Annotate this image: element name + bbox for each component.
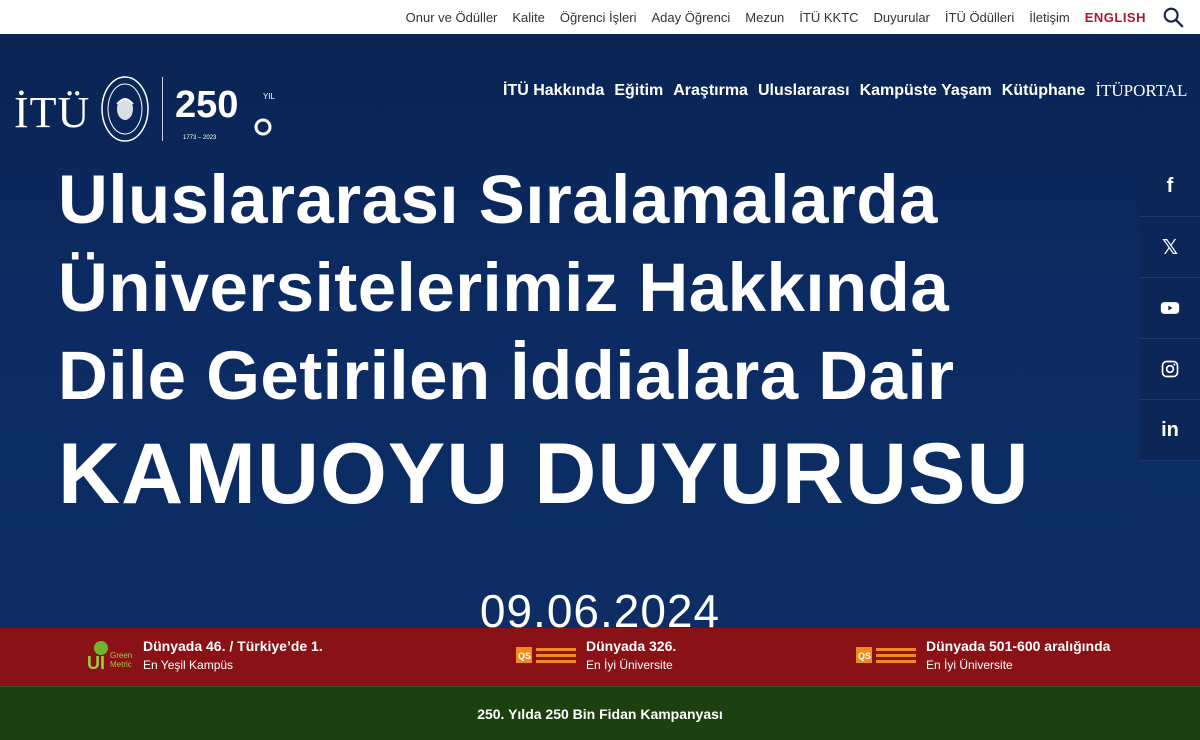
facebook-icon[interactable]: f <box>1140 156 1200 217</box>
hero-headline: Uluslararası Sıralamalarda Üniversiteler… <box>58 156 1143 524</box>
headline-line-2: Üniversitelerimiz Hakkında <box>58 249 950 326</box>
svg-text:UI: UI <box>87 653 105 671</box>
social-links: f 𝕏 in <box>1140 156 1200 461</box>
nav-research[interactable]: Araştırma <box>673 82 748 100</box>
topnav-itu-awards[interactable]: İTÜ Ödülleri <box>945 10 1014 25</box>
ranking-qs-501-600[interactable]: QS Dünyada 501-600 aralığında En İyi Üni… <box>856 636 1110 674</box>
ranking-title: Dünyada 501-600 aralığında <box>926 638 1111 654</box>
campaign-link[interactable]: 250. Yılda 250 Bin Fidan Kampanyası <box>477 706 723 722</box>
nav-about[interactable]: İTÜ Hakkında <box>503 82 604 100</box>
ranking-subtitle: En Yeşil Kampüs <box>143 658 234 672</box>
anniversary-number: 250 <box>175 84 238 126</box>
ranking-subtitle: En İyi Üniversite <box>926 658 1013 672</box>
campaign-bar[interactable]: 250. Yılda 250 Bin Fidan Kampanyası <box>0 686 1200 740</box>
language-english-link[interactable]: ENGLISH <box>1085 10 1146 25</box>
university-seal-icon <box>101 76 150 142</box>
hero-banner[interactable]: İTÜ 250 YIL 1773 – 2023 İTÜ Hakkında Eği… <box>0 34 1200 628</box>
youtube-icon[interactable] <box>1140 278 1200 339</box>
topnav-awards[interactable]: Onur ve Ödüller <box>406 10 498 25</box>
itu-logo[interactable]: İTÜ 250 YIL 1773 – 2023 <box>14 74 279 144</box>
nav-education[interactable]: Eğitim <box>614 82 663 100</box>
linkedin-icon[interactable]: in <box>1140 400 1200 461</box>
headline-line-3: Dile Getirilen İddialara Dair <box>58 337 955 414</box>
topnav-quality[interactable]: Kalite <box>512 10 545 25</box>
ui-greenmetric-logo: UI Green Metric <box>85 639 135 671</box>
nav-campus-life[interactable]: Kampüste Yaşam <box>860 82 992 100</box>
anniversary-suffix: YIL <box>263 92 276 101</box>
svg-text:QS: QS <box>858 651 871 661</box>
ranking-subtitle: En İyi Üniversite <box>586 658 673 672</box>
nav-library[interactable]: Kütüphane <box>1002 82 1086 100</box>
instagram-icon[interactable] <box>1140 339 1200 400</box>
ranking-title: Dünyada 46. / Türkiye’de 1. <box>143 638 323 654</box>
nav-ituportal[interactable]: İTÜPORTAL <box>1095 81 1187 101</box>
topnav-contact[interactable]: İletişim <box>1029 10 1069 25</box>
topnav-student-affairs[interactable]: Öğrenci İşleri <box>560 10 637 25</box>
topnav-announcements[interactable]: Duyurular <box>874 10 930 25</box>
anniversary-years: 1773 – 2023 <box>183 135 217 141</box>
250-year-logo: 250 YIL 1773 – 2023 <box>175 84 276 141</box>
logo-text: İTÜ <box>14 88 91 137</box>
svg-text:QS: QS <box>518 651 531 661</box>
ranking-title: Dünyada 326. <box>586 638 677 654</box>
topnav-alumni[interactable]: Mezun <box>745 10 784 25</box>
qs-logo: QS <box>516 639 578 671</box>
topnav-prospective-student[interactable]: Aday Öğrenci <box>652 10 731 25</box>
search-icon[interactable] <box>1162 6 1184 28</box>
ranking-qs-326[interactable]: QS Dünyada 326. En İyi Üniversite <box>516 636 676 674</box>
top-utility-bar: Onur ve Ödüller Kalite Öğrenci İşleri Ad… <box>0 0 1200 34</box>
logo-divider <box>162 77 164 141</box>
svg-text:Metric: Metric <box>110 660 132 669</box>
announcement-date: 09.06.2024 <box>479 585 721 628</box>
nav-international[interactable]: Uluslararası <box>758 82 850 100</box>
svg-text:Green: Green <box>110 651 132 660</box>
headline-public-announcement: KAMUOYU DUYURUSU <box>58 426 1030 522</box>
x-twitter-icon[interactable]: 𝕏 <box>1140 217 1200 278</box>
rankings-bar: UI Green Metric Dünyada 46. / Türkiye’de… <box>0 628 1200 686</box>
topnav-itu-kktc[interactable]: İTÜ KKTC <box>799 10 858 25</box>
main-navigation: İTÜ Hakkında Eğitim Araştırma Uluslarara… <box>503 81 1187 101</box>
qs-logo: QS <box>856 639 918 671</box>
headline-line-1: Uluslararası Sıralamalarda <box>58 161 938 238</box>
ranking-greenmetric[interactable]: UI Green Metric Dünyada 46. / Türkiye’de… <box>85 636 323 674</box>
